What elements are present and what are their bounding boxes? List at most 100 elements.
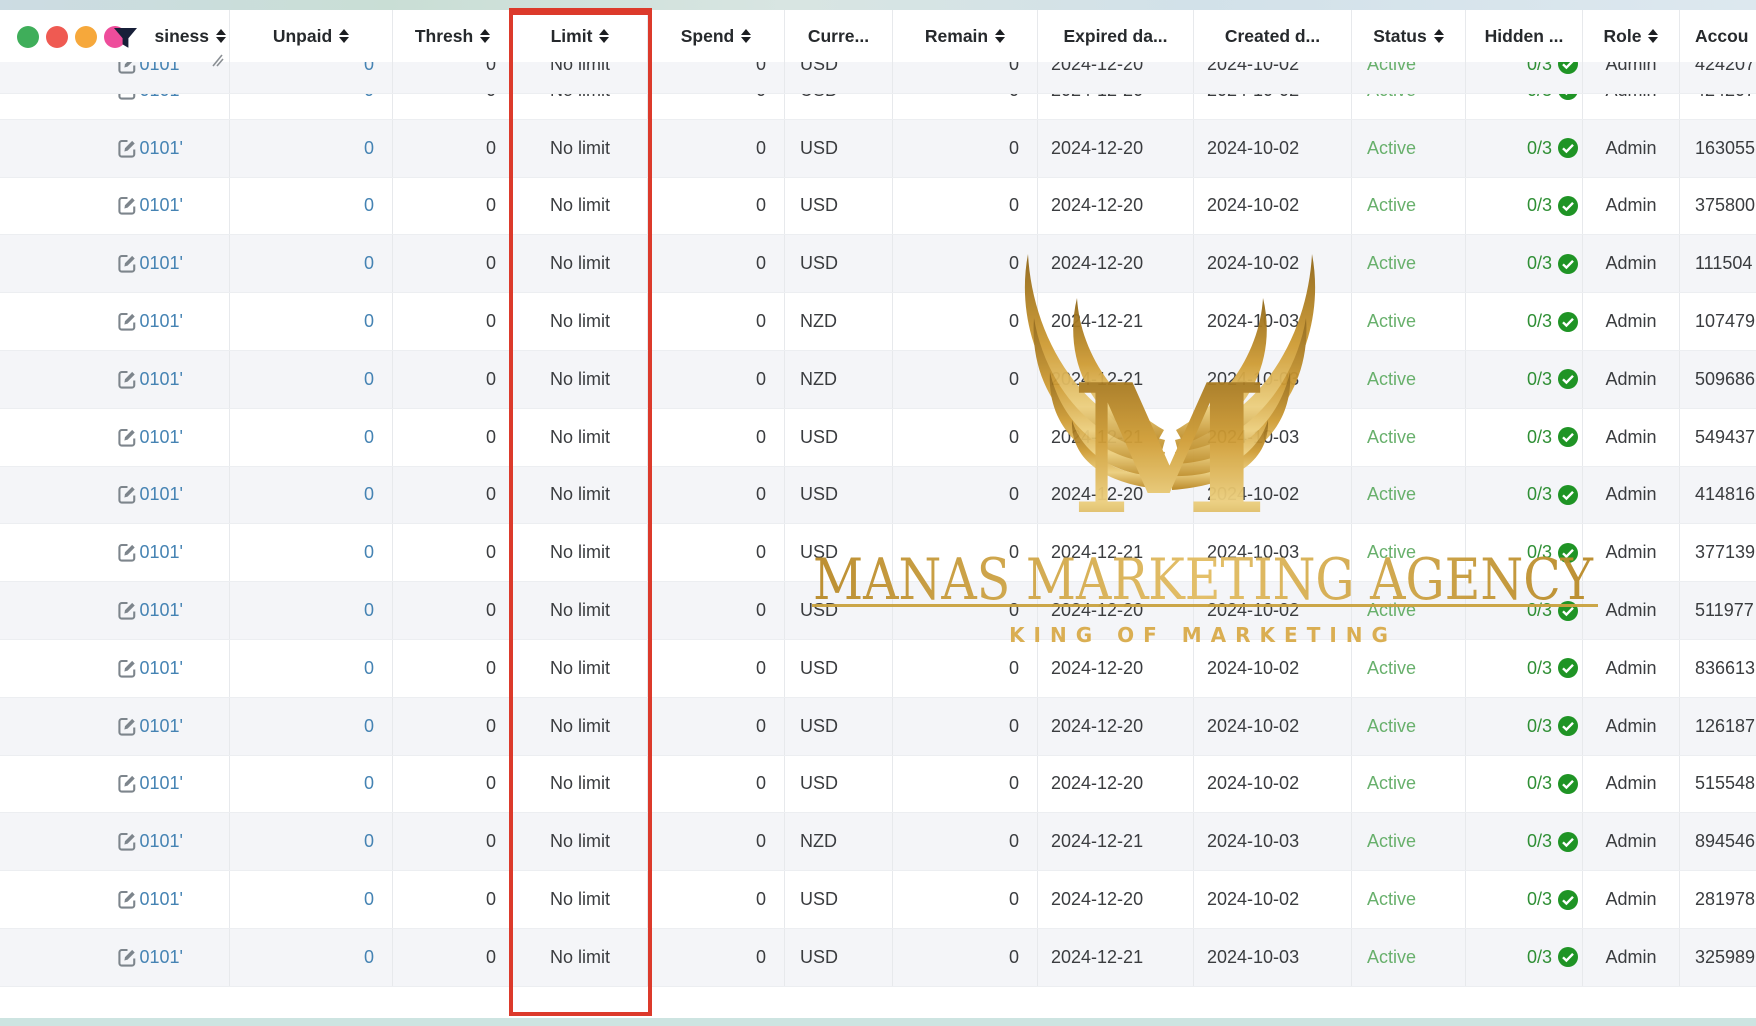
unpaid-value-link[interactable]: 0 xyxy=(364,195,374,216)
edit-icon[interactable] xyxy=(117,370,137,389)
unpaid-value-link[interactable]: 0 xyxy=(364,600,374,621)
business-link[interactable]: 0101' xyxy=(140,658,183,679)
expired-cell: 2024-12-20 xyxy=(1038,871,1194,928)
business-link[interactable]: 0101' xyxy=(140,889,183,910)
partial-scrolled-row: 0101' 0 0 No limit 0 USD 0 2024-12-20 2024-10-02… xyxy=(0,62,1756,94)
unpaid-value-link[interactable]: 0 xyxy=(364,253,374,274)
column-header-created[interactable]: Created d... xyxy=(1194,10,1352,62)
status-cell: Active xyxy=(1352,639,1466,697)
traffic-light-green[interactable] xyxy=(17,26,39,48)
remain-cell: 0 xyxy=(893,697,1038,755)
business-cell: 0101' xyxy=(0,177,230,235)
unpaid-value-link[interactable]: 0 xyxy=(364,311,374,332)
business-link[interactable]: 0101' xyxy=(140,542,183,563)
edit-icon[interactable] xyxy=(117,948,137,967)
column-header-remain[interactable]: Remain xyxy=(893,10,1038,62)
edit-icon[interactable] xyxy=(117,774,137,794)
column-header-limit[interactable]: Limit xyxy=(513,10,648,62)
business-link[interactable]: 0101' xyxy=(140,369,183,390)
column-header-currency[interactable]: Curre... xyxy=(785,10,893,62)
thresh-cell: 0 xyxy=(393,177,513,235)
edit-icon[interactable] xyxy=(117,543,137,562)
thresh-cell: 0 xyxy=(393,755,513,813)
status-cell: Active xyxy=(1352,755,1466,813)
column-header-label: Status xyxy=(1373,25,1427,46)
business-link[interactable]: 0101' xyxy=(140,427,183,448)
edit-icon[interactable] xyxy=(117,717,137,736)
unpaid-value-link[interactable]: 0 xyxy=(364,138,374,159)
edit-icon[interactable] xyxy=(117,254,137,273)
business-link[interactable]: 0101' xyxy=(140,253,183,274)
expired-cell: 2024-12-21 xyxy=(1038,293,1194,350)
unpaid-value-link[interactable]: 0 xyxy=(364,716,374,737)
edit-icon[interactable] xyxy=(117,196,137,216)
remain-cell: 0 xyxy=(893,350,1038,408)
thresh-cell: 0 xyxy=(393,62,513,93)
traffic-light-red[interactable] xyxy=(46,26,68,48)
business-link[interactable]: 0101' xyxy=(140,484,183,505)
business-link[interactable]: 0101' xyxy=(140,773,183,794)
remain-cell: 0 xyxy=(893,813,1038,871)
edit-icon[interactable] xyxy=(117,428,137,447)
edit-icon[interactable] xyxy=(117,312,137,331)
unpaid-value-link[interactable]: 0 xyxy=(364,831,374,852)
filter-icon[interactable] xyxy=(112,26,139,58)
business-link[interactable]: 0101' xyxy=(140,600,183,621)
column-header-status[interactable]: Status xyxy=(1352,10,1466,62)
business-link[interactable]: 0101' xyxy=(140,311,183,332)
edit-icon[interactable] xyxy=(117,659,137,678)
unpaid-value-link[interactable]: 0 xyxy=(364,773,374,794)
currency-cell: USD xyxy=(785,697,893,755)
unpaid-cell: 0 xyxy=(230,871,393,928)
column-header-unpaid[interactable]: Unpaid xyxy=(230,10,393,62)
edit-icon[interactable] xyxy=(117,485,137,505)
edit-icon[interactable] xyxy=(117,601,137,620)
column-header-expired[interactable]: Expired da... xyxy=(1038,10,1194,62)
unpaid-value-link[interactable]: 0 xyxy=(364,947,374,968)
hidden-count: 0/3 xyxy=(1526,368,1552,389)
business-link[interactable]: 0101' xyxy=(140,62,183,75)
column-header-spend[interactable]: Spend xyxy=(648,10,785,62)
table-row: 0101' 0 0 No limit 0 USD 0 2024-12-21 2024-10-03… xyxy=(0,408,1756,467)
expired-cell: 2024-12-21 xyxy=(1038,813,1194,871)
edit-icon[interactable] xyxy=(117,139,137,158)
business-link[interactable]: 0101' xyxy=(140,947,183,968)
created-cell: 2024-10-02 xyxy=(1194,119,1352,177)
unpaid-value-link[interactable]: 0 xyxy=(364,658,374,679)
spend-cell: 0 xyxy=(648,871,785,928)
business-link[interactable]: 0101' xyxy=(140,716,183,737)
column-header-account[interactable]: Accou xyxy=(1680,10,1756,62)
hidden-count: 0/3 xyxy=(1526,542,1552,563)
role-cell: Admin xyxy=(1583,639,1680,697)
traffic-light-orange[interactable] xyxy=(75,26,97,48)
column-header-thresh[interactable]: Thresh xyxy=(393,10,513,62)
unpaid-cell: 0 xyxy=(230,582,393,639)
remain-cell: 0 xyxy=(893,177,1038,235)
column-header-hidden[interactable]: Hidden ... xyxy=(1466,10,1583,62)
unpaid-value-link[interactable]: 0 xyxy=(364,484,374,505)
currency-cell: USD xyxy=(785,408,893,466)
hidden-count: 0/3 xyxy=(1526,253,1552,274)
edit-icon[interactable] xyxy=(117,890,137,909)
edit-icon[interactable] xyxy=(117,832,137,851)
unpaid-value-link[interactable]: 0 xyxy=(364,62,374,75)
column-header-role[interactable]: Role xyxy=(1583,10,1680,62)
unpaid-value-link[interactable]: 0 xyxy=(364,427,374,448)
horizontal-scrollbar-track[interactable] xyxy=(0,1018,1756,1026)
business-link[interactable]: 0101' xyxy=(140,831,183,852)
column-resize-grip-icon[interactable] xyxy=(210,53,225,73)
account-cell: 836613 xyxy=(1695,657,1756,678)
unpaid-value-link[interactable]: 0 xyxy=(364,889,374,910)
business-cell: 0101' xyxy=(0,62,230,93)
thresh-cell: 0 xyxy=(393,928,513,986)
column-header-label: Limit xyxy=(550,25,593,46)
business-link[interactable]: 0101' xyxy=(140,138,183,159)
hidden-cell: 0/3 xyxy=(1466,293,1583,350)
unpaid-value-link[interactable]: 0 xyxy=(364,369,374,390)
edit-icon[interactable] xyxy=(117,62,137,74)
limit-cell: No limit xyxy=(513,235,648,293)
unpaid-value-link[interactable]: 0 xyxy=(364,542,374,563)
column-header-label: Curre... xyxy=(807,25,870,46)
status-badge: Active xyxy=(1367,542,1417,563)
business-link[interactable]: 0101' xyxy=(140,195,183,216)
